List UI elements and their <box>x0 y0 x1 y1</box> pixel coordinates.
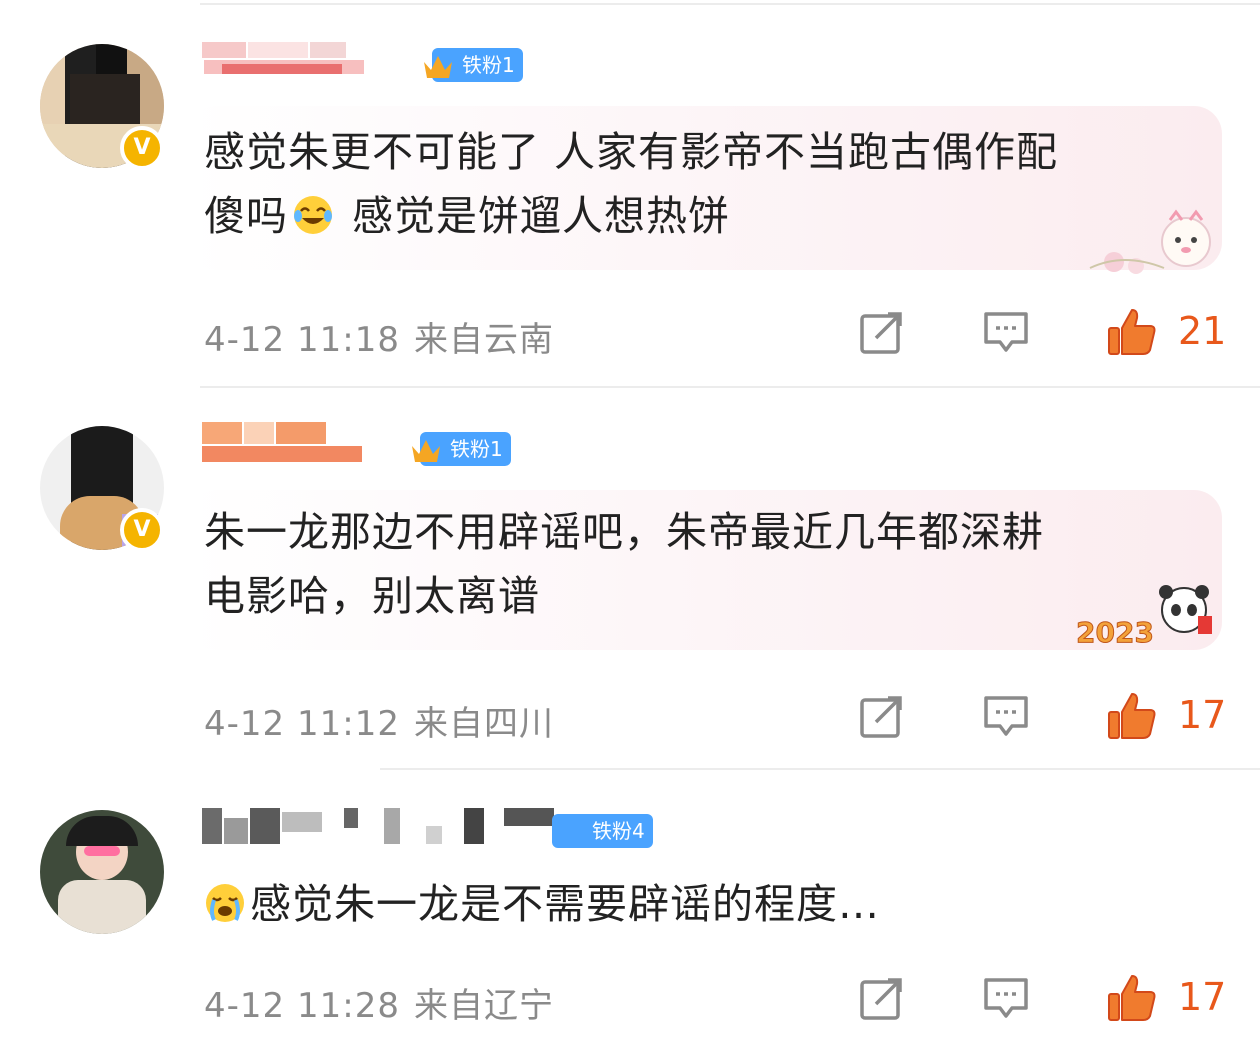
like-count: 17 <box>1178 975 1227 1019</box>
panda-2023-sticker: 2023 <box>1072 585 1222 650</box>
like-count: 21 <box>1178 309 1227 353</box>
comment-icon[interactable] <box>982 974 1030 1022</box>
comment-time: 4-12 11:12 <box>204 704 400 744</box>
comment-icon[interactable] <box>982 308 1030 356</box>
laughing-tears-emoji-icon <box>294 196 332 234</box>
thumbs-up-icon <box>1108 693 1156 739</box>
comment-text: 感觉朱一龙是不需要辟谣的程度… <box>204 872 1204 936</box>
comment-location: 来自辽宁 <box>413 986 554 1026</box>
comment-bubble: 感觉朱更不可能了 人家有影帝不当跑古偶作配 傻吗 感觉是饼遛人想热饼 <box>188 106 1222 274</box>
comment-location: 来自四川 <box>413 704 554 744</box>
fan-badge: 铁粉1 <box>424 48 523 82</box>
comment-meta: 4-12 11:12 来自四川 <box>204 696 554 745</box>
crying-emoji-icon <box>206 884 244 922</box>
comment-icon[interactable] <box>982 692 1030 740</box>
repost-icon[interactable] <box>858 308 906 356</box>
fan-badge: 铁粉1 <box>412 432 511 466</box>
username[interactable] <box>200 802 560 854</box>
crown-icon <box>424 56 452 78</box>
verified-badge-icon: V <box>120 126 164 170</box>
repost-icon[interactable] <box>858 974 906 1022</box>
comment-item: V 铁粉1 朱一龙那边不用辟谣吧，朱帝最近几年都深耕 电影哈，别太离谱 2023 <box>0 388 1260 770</box>
comment-text: 感觉朱更不可能了 人家有影帝不当跑古偶作配 傻吗 感觉是饼遛人想热饼 <box>204 128 1059 240</box>
comment-item: V 铁粉1 感觉朱更不可能了 人家有影帝不当跑古偶作配 傻吗 感觉是饼遛人想热饼… <box>0 0 1260 388</box>
comment-bubble: 朱一龙那边不用辟谣吧，朱帝最近几年都深耕 电影哈，别太离谱 2023 <box>188 490 1222 650</box>
panda-icon <box>1159 585 1212 634</box>
fan-badge: 铁粉4 <box>552 814 653 848</box>
username[interactable] <box>200 38 400 90</box>
comment-text: 朱一龙那边不用辟谣吧，朱帝最近几年都深耕 电影哈，别太离谱 <box>204 508 1044 620</box>
verified-badge-icon: V <box>120 508 164 552</box>
thumbs-up-icon <box>1108 975 1156 1021</box>
repost-icon[interactable] <box>858 692 906 740</box>
sheep-sticker-icon <box>1089 209 1211 274</box>
avatar[interactable] <box>40 810 164 934</box>
comment-time: 4-12 11:28 <box>204 986 400 1026</box>
comment-location: 来自云南 <box>413 320 554 360</box>
thumbs-up-icon <box>1108 309 1156 355</box>
comment-item: 铁粉4 感觉朱一龙是不需要辟谣的程度… 4-12 11:28 来自辽宁 17 <box>0 770 1260 1047</box>
comment-time: 4-12 11:18 <box>204 320 400 360</box>
comment-meta: 4-12 11:28 来自辽宁 <box>204 978 554 1027</box>
comment-meta: 4-12 11:18 来自云南 <box>204 312 554 361</box>
username[interactable] <box>200 422 400 474</box>
crown-icon <box>412 440 440 462</box>
like-count: 17 <box>1178 693 1227 737</box>
